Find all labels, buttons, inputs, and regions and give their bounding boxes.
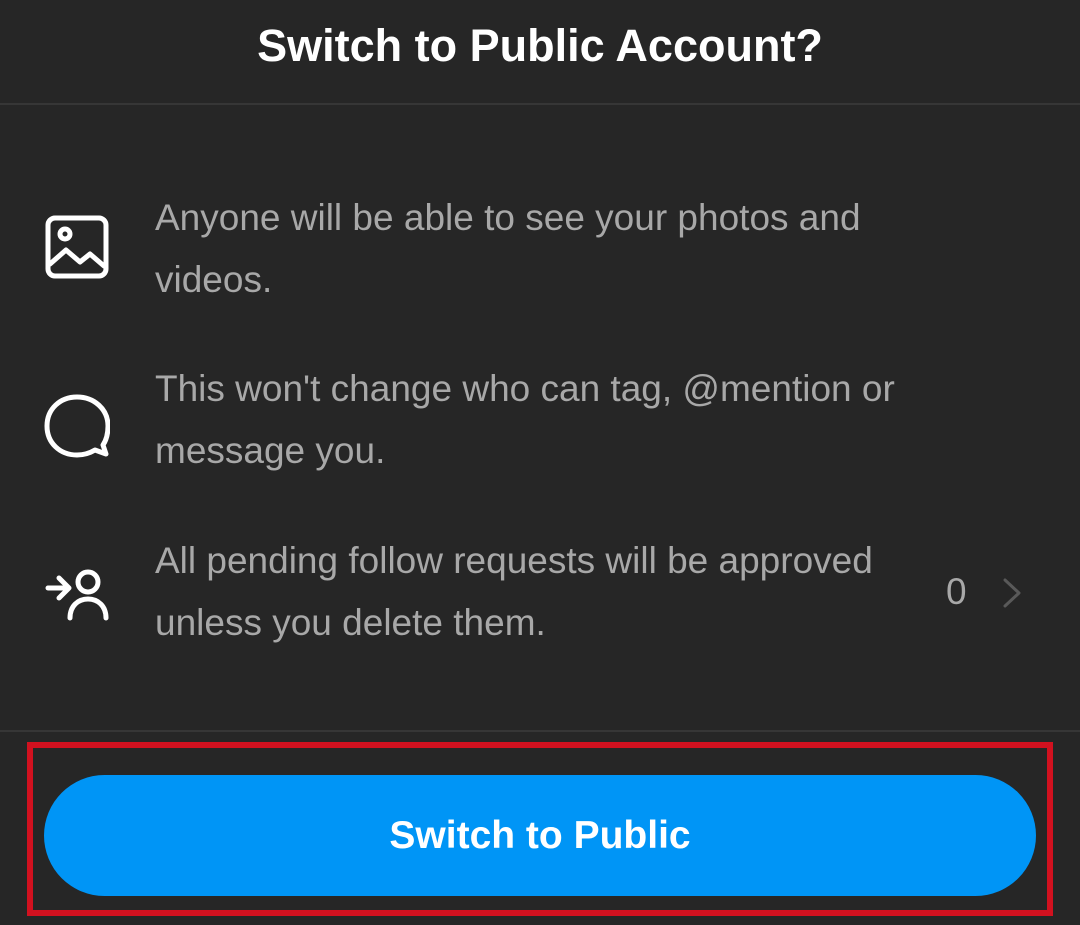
message-bubble-icon	[44, 393, 110, 459]
follow-request-icon	[44, 566, 110, 632]
info-row-text: All pending follow requests will be appr…	[155, 540, 873, 643]
info-row-text: This won't change who can tag, @mention …	[155, 368, 895, 471]
pending-requests-count: 0	[946, 571, 967, 612]
switch-to-public-dialog: Switch to Public Account? Anyone will be…	[0, 0, 1080, 925]
footer-divider	[0, 730, 1080, 732]
switch-to-public-button[interactable]: Switch to Public	[44, 775, 1036, 896]
pending-requests-link[interactable]: 0	[930, 560, 1040, 624]
chevron-right-icon	[1002, 577, 1022, 614]
info-row-text: Anyone will be able to see your photos a…	[155, 197, 861, 300]
photo-icon	[44, 214, 110, 280]
dialog-title: Switch to Public Account?	[257, 20, 823, 71]
dialog-header: Switch to Public Account?	[0, 0, 1080, 105]
